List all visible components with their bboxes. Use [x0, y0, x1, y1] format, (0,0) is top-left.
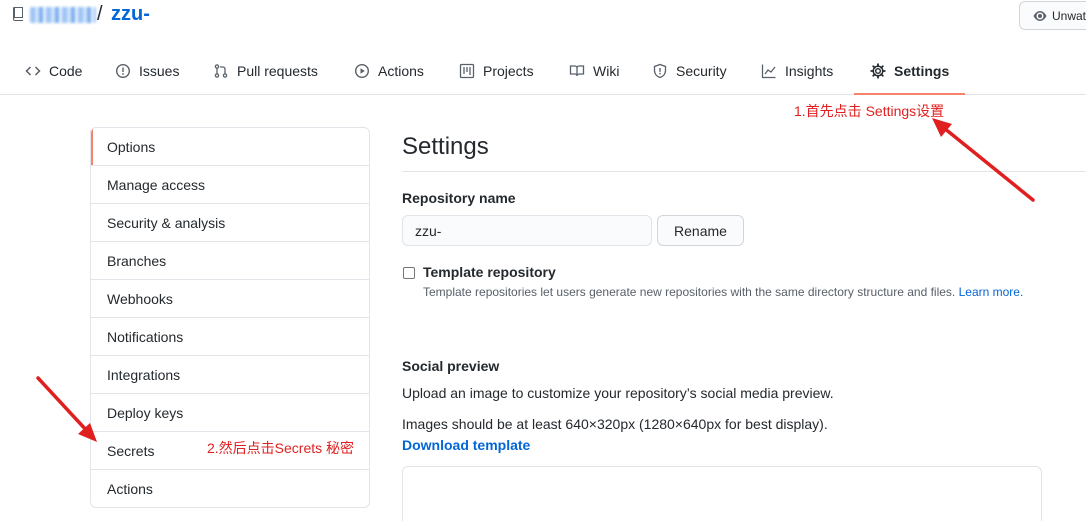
- repo-name-input[interactable]: zzu-: [402, 215, 652, 246]
- tab-wiki[interactable]: Wiki: [569, 48, 619, 94]
- tab-pull-requests[interactable]: Pull requests: [213, 48, 318, 94]
- play-icon: [354, 63, 370, 79]
- tab-label: Actions: [378, 63, 424, 79]
- repo-header: / zzu- Unwat: [0, 0, 1086, 40]
- repo-name-label: Repository name: [402, 190, 516, 206]
- shield-icon: [653, 63, 667, 79]
- annotation-step-2: 2.然后点击Secrets 秘密: [207, 440, 355, 456]
- eye-icon: [1033, 10, 1047, 21]
- tab-insights[interactable]: Insights: [761, 48, 833, 94]
- issue-icon: [115, 63, 131, 79]
- sidebar-item-manage-access[interactable]: Manage access: [91, 166, 369, 204]
- template-note-text: Template repositories let users generate…: [423, 285, 956, 299]
- social-preview-size-note: Images should be at least 640×320px (128…: [402, 416, 828, 432]
- sidebar-item-actions[interactable]: Actions: [91, 470, 369, 507]
- repo-icon: [13, 7, 23, 21]
- graph-icon: [761, 64, 776, 79]
- sidebar-item-notifications[interactable]: Notifications: [91, 318, 369, 356]
- owner-name-blurred[interactable]: [30, 7, 96, 23]
- template-repository-label[interactable]: Template repository: [423, 264, 556, 280]
- repo-tabs: Code Issues Pull requests Actions Projec…: [0, 48, 1086, 95]
- repo-name-link[interactable]: zzu-: [111, 3, 150, 26]
- tab-actions[interactable]: Actions: [354, 48, 424, 94]
- tab-label: Pull requests: [237, 63, 318, 79]
- tab-issues[interactable]: Issues: [115, 48, 179, 94]
- download-template-link[interactable]: Download template: [402, 437, 530, 453]
- arrow-to-secrets: [36, 376, 97, 442]
- tab-settings[interactable]: Settings: [853, 48, 966, 95]
- book-icon: [569, 65, 585, 77]
- learn-more-link[interactable]: Learn more.: [959, 285, 1024, 299]
- tab-label: Security: [676, 63, 727, 79]
- code-icon: [25, 66, 41, 76]
- template-repository-note: Template repositories let users generate…: [423, 285, 1023, 299]
- social-preview-image-box[interactable]: [402, 466, 1042, 521]
- tab-label: Issues: [139, 63, 180, 79]
- tab-security[interactable]: Security: [652, 48, 727, 94]
- sidebar-item-options[interactable]: Options: [91, 128, 369, 166]
- sidebar-item-security-analysis[interactable]: Security & analysis: [91, 204, 369, 242]
- sidebar-item-webhooks[interactable]: Webhooks: [91, 280, 369, 318]
- project-icon: [459, 63, 475, 79]
- template-repository-checkbox[interactable]: [403, 267, 415, 279]
- tab-label: Insights: [785, 63, 834, 79]
- sidebar-item-branches[interactable]: Branches: [91, 242, 369, 280]
- rename-button[interactable]: Rename: [657, 215, 744, 246]
- gear-icon: [870, 63, 886, 79]
- unwatch-button[interactable]: Unwat: [1019, 1, 1086, 30]
- page-title: Settings: [402, 128, 1086, 172]
- settings-main: Settings Repository name zzu- Rename Tem…: [402, 128, 1086, 521]
- tab-projects[interactable]: Projects: [459, 48, 534, 94]
- social-preview-title: Social preview: [402, 358, 500, 374]
- pull-request-icon: [214, 64, 228, 78]
- repo-path-separator: /: [97, 3, 103, 25]
- tab-label: Settings: [894, 63, 950, 79]
- tab-code[interactable]: Code: [25, 48, 82, 94]
- unwatch-label: Unwat: [1052, 8, 1086, 23]
- tab-label: Wiki: [593, 63, 620, 79]
- social-preview-description: Upload an image to customize your reposi…: [402, 385, 834, 401]
- tab-label: Projects: [483, 63, 534, 79]
- sidebar-item-integrations[interactable]: Integrations: [91, 356, 369, 394]
- tab-label: Code: [49, 63, 83, 79]
- sidebar-item-deploy-keys[interactable]: Deploy keys: [91, 394, 369, 432]
- annotation-step-1: 1.首先点击 Settings设置: [794, 103, 945, 119]
